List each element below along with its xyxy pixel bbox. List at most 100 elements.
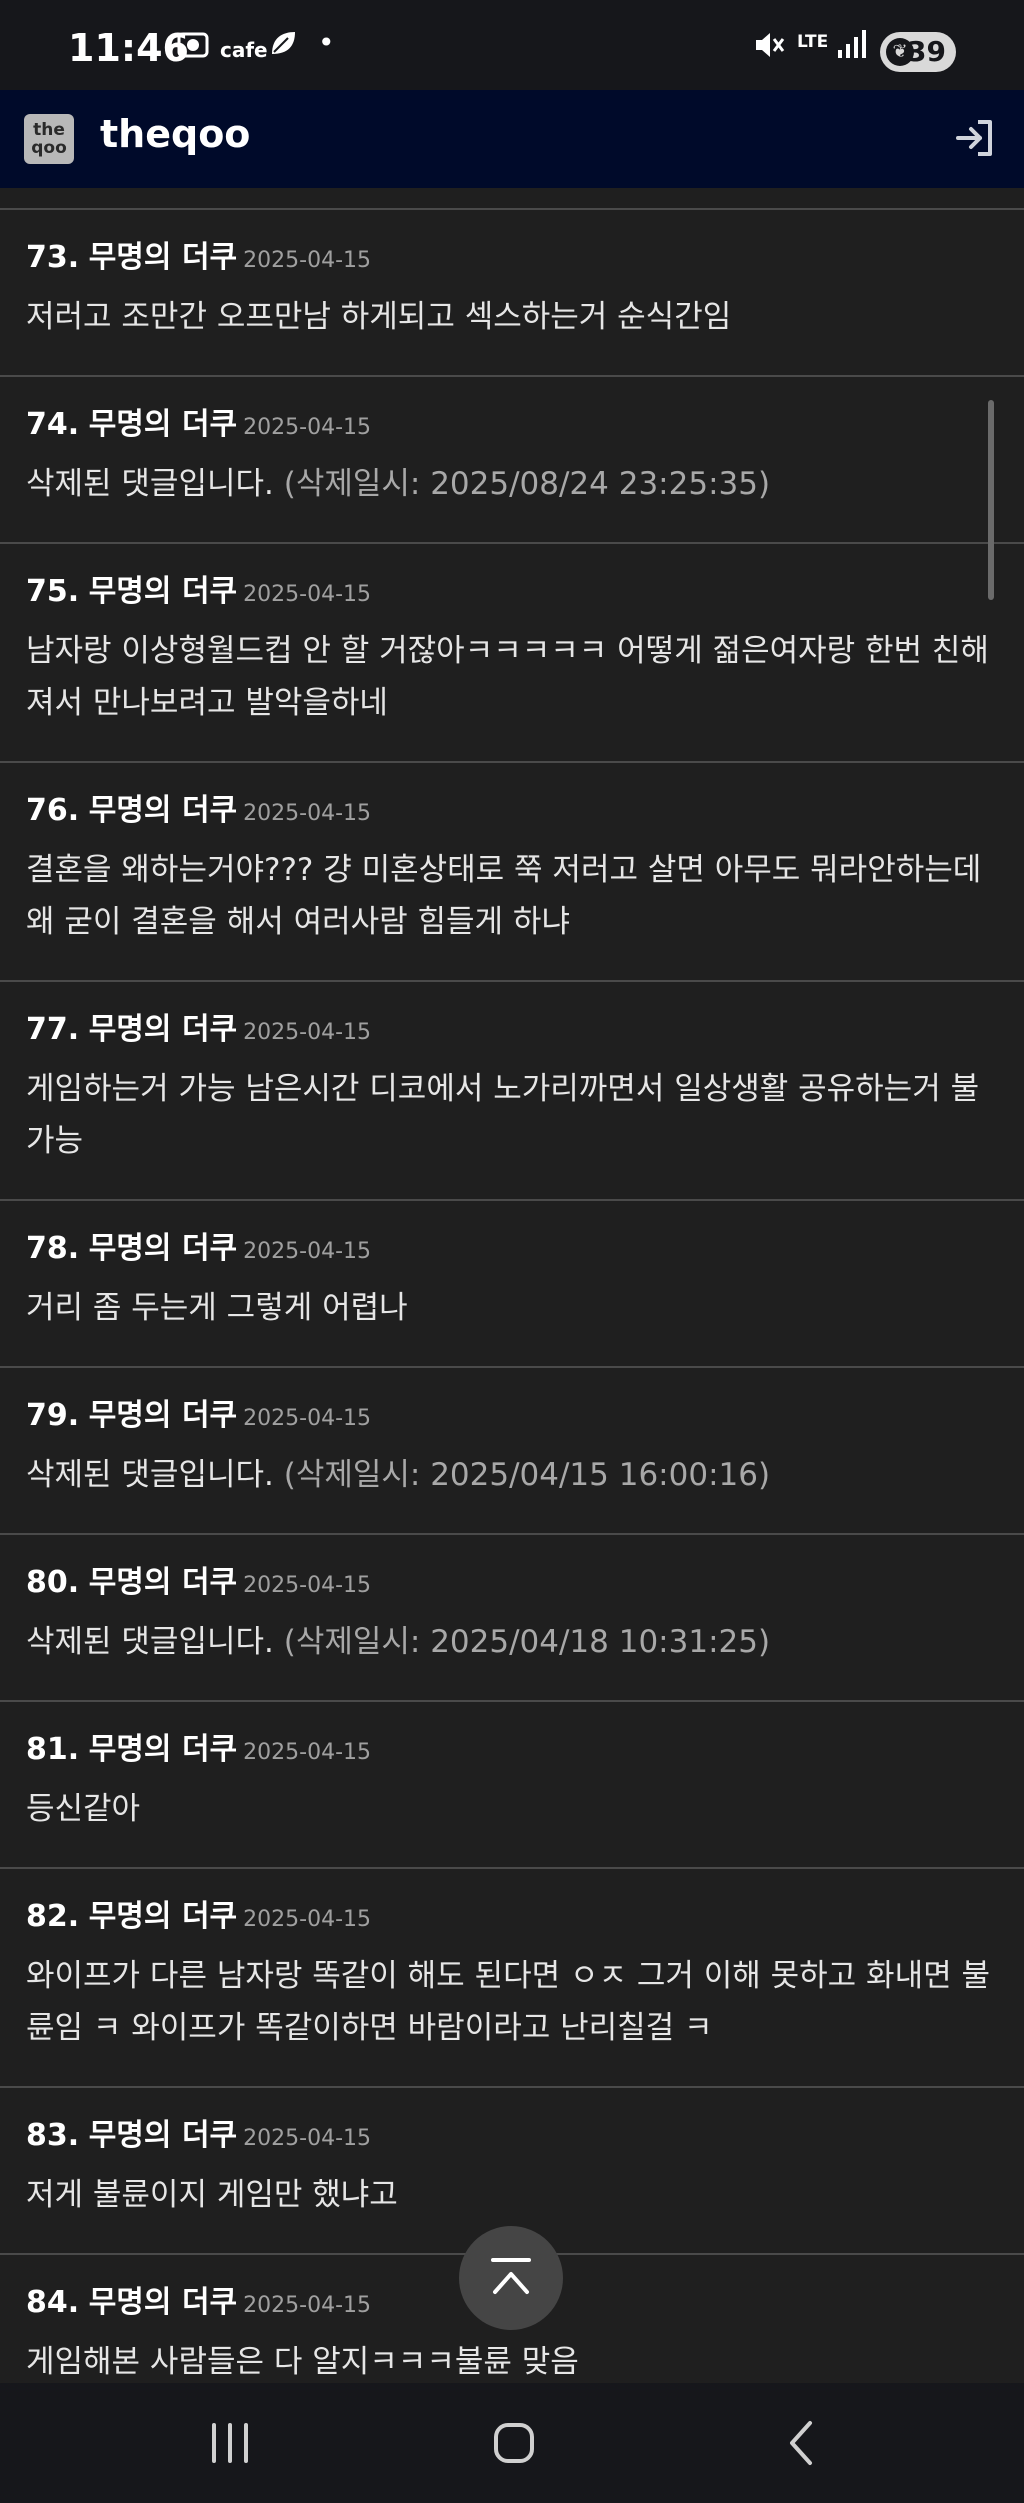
- comment-header: 73. 무명의 더쿠 2025-04-15: [26, 240, 998, 279]
- comment-item[interactable]: 77. 무명의 더쿠 2025-04-15 게임하는거 가능 남은시간 디코에서 노…: [0, 982, 1024, 1201]
- comment-date: 2025-04-15: [243, 582, 372, 607]
- comment-number: 75.: [26, 574, 80, 609]
- comment-author: 무명의 더쿠: [88, 2285, 238, 2320]
- recents-icon: [212, 2423, 248, 2463]
- comment-item[interactable]: 74. 무명의 더쿠 2025-04-15 삭제된 댓글입니다. (삭제일시: 20…: [0, 377, 1024, 544]
- comment-author: 무명의 더쿠: [88, 2118, 238, 2153]
- comment-body: 거리 좀 두는게 그렇게 어렵나: [26, 1282, 998, 1334]
- comment-date: 2025-04-15: [243, 1020, 372, 1045]
- comment-number: 84.: [26, 2285, 80, 2320]
- comment-body: 삭제된 댓글입니다. (삭제일시: 2025/04/18 10:31:25): [26, 1616, 998, 1668]
- scrollbar-thumb[interactable]: [988, 400, 994, 600]
- comment-number: 78.: [26, 1231, 80, 1266]
- comment-date: 2025-04-15: [243, 2293, 372, 2318]
- app-header: the qoo theqoo: [0, 90, 1024, 188]
- app-title[interactable]: theqoo: [100, 112, 250, 156]
- status-time: 11:46: [68, 26, 189, 70]
- comment-item[interactable]: 81. 무명의 더쿠 2025-04-15 등신같아: [0, 1702, 1024, 1869]
- login-icon[interactable]: [952, 114, 1000, 162]
- comment-item[interactable]: 82. 무명의 더쿠 2025-04-15 와이프가 다른 남자랑 똑같이 해도 된…: [0, 1869, 1024, 2088]
- comment-body: 와이프가 다른 남자랑 똑같이 해도 된다면 ㅇㅈ 그거 이해 못하고 화내면 …: [26, 1950, 998, 2054]
- status-bar: 11:46 cafe • LTE ❦ 39: [0, 0, 1024, 90]
- comment-text: 저게 불륜이지 게임만 했냐고: [26, 2177, 398, 2213]
- comment-body: 게임해본 사람들은 다 알지ㅋㅋㅋ불륜 맞음: [26, 2336, 998, 2383]
- mute-icon: [752, 28, 786, 69]
- notification-dot: •: [318, 26, 335, 59]
- comment-date: 2025-04-15: [243, 1907, 372, 1932]
- comment-text: 삭제된 댓글입니다.: [26, 1624, 274, 1660]
- home-button[interactable]: [484, 2417, 544, 2469]
- comment-text: 저러고 조만간 오프만남 하게되고 섹스하는거 순식간임: [26, 299, 732, 335]
- comment-header: 78. 무명의 더쿠 2025-04-15: [26, 1231, 998, 1270]
- theqoo-logo[interactable]: the qoo: [24, 114, 74, 164]
- chevron-up-icon: [491, 2258, 531, 2294]
- back-icon: [790, 2421, 812, 2465]
- comment-item[interactable]: 80. 무명의 더쿠 2025-04-15 삭제된 댓글입니다. (삭제일시: 20…: [0, 1535, 1024, 1702]
- comment-text: 결혼을 왜하는거야??? 걍 미혼상태로 쭉 저러고 살면 아무도 뭐라안하는데…: [26, 852, 982, 940]
- comment-date: 2025-04-15: [243, 801, 372, 826]
- deleted-timestamp: (삭제일시: 2025/04/18 10:31:25): [283, 1624, 771, 1660]
- comment-date: 2025-04-15: [243, 1573, 372, 1598]
- comment-body: 삭제된 댓글입니다. (삭제일시: 2025/04/15 16:00:16): [26, 1449, 998, 1501]
- comment-text: 등신같아: [26, 1791, 141, 1827]
- comment-header: 75. 무명의 더쿠 2025-04-15: [26, 574, 998, 613]
- comment-item[interactable]: 75. 무명의 더쿠 2025-04-15 남자랑 이상형월드컵 안 할 거잖아ㅋㅋ…: [0, 544, 1024, 763]
- home-icon: [494, 2423, 534, 2463]
- battery-saver-icon: ❦: [886, 38, 914, 66]
- comment-number: 76.: [26, 793, 80, 828]
- camera-notification-icon: [176, 28, 210, 69]
- comment-header: 80. 무명의 더쿠 2025-04-15: [26, 1565, 998, 1604]
- comment-author: 무명의 더쿠: [88, 793, 238, 828]
- back-button[interactable]: [772, 2417, 832, 2469]
- comment-author: 무명의 더쿠: [88, 1231, 238, 1266]
- comment-text: 와이프가 다른 남자랑 똑같이 해도 된다면 ㅇㅈ 그거 이해 못하고 화내면 …: [26, 1958, 990, 2046]
- comment-date: 2025-04-15: [243, 415, 372, 440]
- comment-number: 74.: [26, 407, 80, 442]
- logo-text-bottom: qoo: [31, 138, 67, 158]
- comment-author: 무명의 더쿠: [88, 240, 238, 275]
- comment-item[interactable]: 76. 무명의 더쿠 2025-04-15 결혼을 왜하는거야??? 걍 미혼상태로…: [0, 763, 1024, 982]
- comment-number: 83.: [26, 2118, 80, 2153]
- comment-text: 게임해본 사람들은 다 알지ㅋㅋㅋ불륜 맞음: [26, 2344, 579, 2380]
- battery-indicator: ❦ 39: [880, 32, 956, 72]
- comment-item[interactable]: 78. 무명의 더쿠 2025-04-15 거리 좀 두는게 그렇게 어렵나: [0, 1201, 1024, 1368]
- comment-body: 저러고 조만간 오프만남 하게되고 섹스하는거 순식간임: [26, 291, 998, 343]
- comment-header: 81. 무명의 더쿠 2025-04-15: [26, 1732, 998, 1771]
- comment-author: 무명의 더쿠: [88, 407, 238, 442]
- comment-author: 무명의 더쿠: [88, 1732, 238, 1767]
- comment-author: 무명의 더쿠: [88, 1398, 238, 1433]
- comment-body: 남자랑 이상형월드컵 안 할 거잖아ㅋㅋㅋㅋㅋ 어떻게 젊은여자랑 한번 친해져…: [26, 625, 998, 729]
- comment-header: 77. 무명의 더쿠 2025-04-15: [26, 1012, 998, 1051]
- comment-body: 게임하는거 가능 남은시간 디코에서 노가리까면서 일상생활 공유하는거 불가능: [26, 1063, 998, 1167]
- leaf-notification-icon: [268, 28, 298, 65]
- comment-item[interactable]: 73. 무명의 더쿠 2025-04-15 저러고 조만간 오프만남 하게되고 섹스…: [0, 210, 1024, 377]
- comment-body: 저게 불륜이지 게임만 했냐고: [26, 2169, 998, 2221]
- comment-author: 무명의 더쿠: [88, 574, 238, 609]
- comment-text: 삭제된 댓글입니다.: [26, 1457, 274, 1493]
- comment-header: 82. 무명의 더쿠 2025-04-15: [26, 1899, 998, 1938]
- comment-number: 73.: [26, 240, 80, 275]
- recents-button[interactable]: [200, 2417, 260, 2469]
- network-type: LTE: [797, 32, 829, 52]
- comment-header: 79. 무명의 더쿠 2025-04-15: [26, 1398, 998, 1437]
- comment-date: 2025-04-15: [243, 1239, 372, 1264]
- system-navigation-bar: [0, 2383, 1024, 2503]
- comment-text: 게임하는거 가능 남은시간 디코에서 노가리까면서 일상생활 공유하는거 불가능: [26, 1071, 980, 1159]
- comment-date: 2025-04-15: [243, 1740, 372, 1765]
- comment-number: 80.: [26, 1565, 80, 1600]
- comment-item[interactable]: 79. 무명의 더쿠 2025-04-15 삭제된 댓글입니다. (삭제일시: 20…: [0, 1368, 1024, 1535]
- comment-body: 삭제된 댓글입니다. (삭제일시: 2025/08/24 23:25:35): [26, 458, 998, 510]
- comment-number: 81.: [26, 1732, 80, 1767]
- comment-body: 등신같아: [26, 1783, 998, 1835]
- deleted-timestamp: (삭제일시: 2025/04/15 16:00:16): [283, 1457, 771, 1493]
- cafe-notification-label: cafe: [220, 38, 268, 62]
- comment-number: 82.: [26, 1899, 80, 1934]
- comment-text: 남자랑 이상형월드컵 안 할 거잖아ㅋㅋㅋㅋㅋ 어떻게 젊은여자랑 한번 친해져…: [26, 633, 989, 721]
- scroll-to-top-button[interactable]: [459, 2226, 563, 2330]
- comment-date: 2025-04-15: [243, 2126, 372, 2151]
- comment-author: 무명의 더쿠: [88, 1899, 238, 1934]
- comment-number: 79.: [26, 1398, 80, 1433]
- comment-list-area[interactable]: 73. 무명의 더쿠 2025-04-15 저러고 조만간 오프만남 하게되고 섹스…: [0, 188, 1024, 2383]
- deleted-timestamp: (삭제일시: 2025/08/24 23:25:35): [283, 466, 771, 502]
- comment-number: 77.: [26, 1012, 80, 1047]
